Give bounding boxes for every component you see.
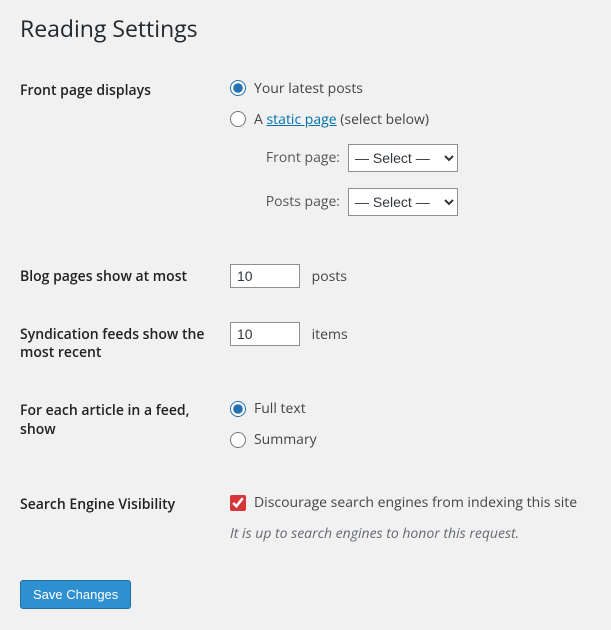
search-visibility-note: It is up to search engines to honor this… — [230, 523, 581, 544]
blog-pages-heading: Blog pages show at most — [20, 248, 230, 306]
syndication-input[interactable] — [230, 322, 300, 346]
syndication-heading: Syndication feeds show the most recent — [20, 306, 230, 382]
reading-settings-page: Reading Settings Front page displays You… — [0, 0, 611, 629]
blog-pages-unit: posts — [312, 267, 347, 286]
static-prefix: A — [254, 110, 267, 129]
static-page-selects: Front page: — Select — Posts page: — Sel… — [254, 144, 581, 216]
posts-page-select-label: Posts page: — [254, 191, 348, 212]
save-changes-button[interactable]: Save Changes — [20, 580, 131, 609]
settings-table: Front page displays Your latest posts A … — [20, 62, 591, 561]
syndication-unit: items — [312, 325, 348, 344]
page-title: Reading Settings — [20, 0, 591, 48]
posts-page-select[interactable]: — Select — — [348, 188, 458, 216]
feed-summary-row: Summary — [230, 429, 581, 450]
blog-pages-input[interactable] — [230, 264, 300, 288]
front-page-select-label: Front page: — [254, 147, 348, 168]
search-visibility-row: Discourage search engines from indexing … — [230, 492, 581, 513]
static-suffix: (select below) — [337, 110, 429, 129]
radio-summary[interactable] — [230, 432, 246, 448]
front-page-option-static-row: A static page (select below) — [230, 109, 581, 130]
front-page-option-latest-row: Your latest posts — [230, 78, 581, 99]
checkbox-discourage-search-label: Discourage search engines from indexing … — [254, 492, 577, 513]
radio-full-text[interactable] — [230, 401, 246, 417]
radio-summary-label: Summary — [254, 429, 317, 450]
front-page-heading: Front page displays — [20, 62, 230, 248]
radio-latest-posts[interactable] — [230, 80, 246, 96]
front-page-select[interactable]: — Select — — [348, 144, 458, 172]
feed-full-row: Full text — [230, 398, 581, 419]
search-visibility-heading: Search Engine Visibility — [20, 476, 230, 560]
radio-full-text-label: Full text — [254, 398, 306, 419]
radio-static-page-label: A static page (select below) — [254, 109, 429, 130]
checkbox-discourage-search[interactable] — [230, 495, 246, 511]
static-page-link[interactable]: static page — [267, 110, 337, 129]
radio-latest-posts-label: Your latest posts — [254, 78, 363, 99]
feed-article-heading: For each article in a feed, show — [20, 382, 230, 476]
radio-static-page[interactable] — [230, 111, 246, 127]
